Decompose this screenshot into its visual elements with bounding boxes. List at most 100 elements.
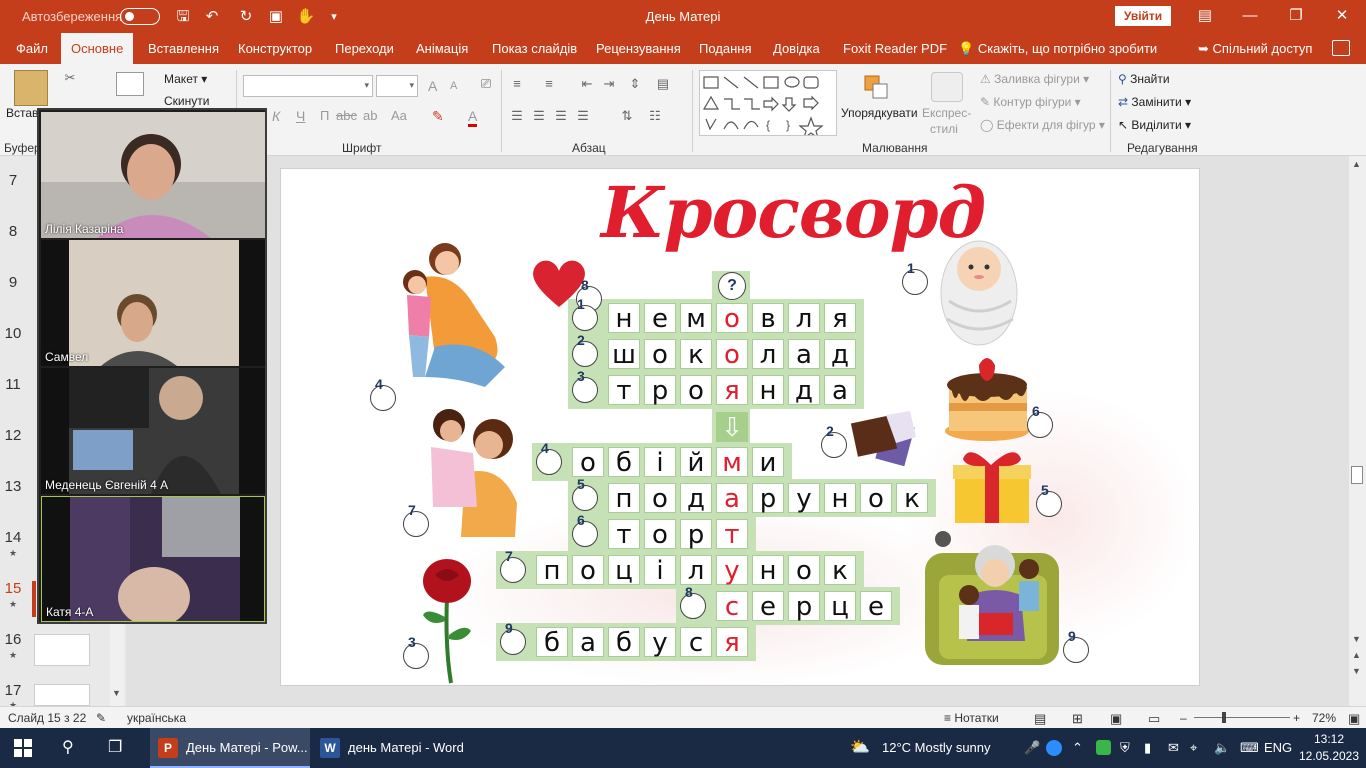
crossword-cell[interactable]: т	[608, 519, 640, 550]
restore-icon[interactable]: ❐	[1281, 5, 1311, 27]
slide-sorter-icon[interactable]: ⊞	[1072, 711, 1083, 727]
grandmother-reading-image[interactable]	[921, 523, 1067, 673]
crossword-cell[interactable]: о	[788, 555, 820, 586]
crossword-row-number[interactable]: 3	[572, 368, 598, 403]
participant-video-tile[interactable]: Катя 4-А	[41, 496, 265, 622]
crossword-cell[interactable]: н	[824, 483, 856, 514]
crossword-key-cell[interactable]: о	[716, 339, 748, 370]
quick-styles-label-1[interactable]: Експрес-	[922, 106, 971, 120]
clock[interactable]: 13:12 12.05.2023	[1296, 731, 1362, 765]
security-icon[interactable]: ⛨	[1120, 728, 1130, 768]
crossword-cell[interactable]: и	[752, 447, 784, 478]
reset-button[interactable]: Скинути	[164, 94, 209, 108]
picture-marker[interactable]: 1	[902, 260, 928, 295]
grow-font-button[interactable]: A	[428, 78, 437, 94]
crossword-cell[interactable]: і	[644, 447, 676, 478]
crossword-cell[interactable]: с	[680, 627, 712, 658]
increase-indent-icon[interactable]: ⇥	[600, 76, 618, 92]
minimize-icon[interactable]: —	[1235, 5, 1265, 27]
quick-styles-label-2[interactable]: стилі	[930, 122, 958, 136]
crossword-key-cell[interactable]: м	[716, 447, 748, 478]
slide-number[interactable]: 12	[0, 427, 26, 444]
crossword-cell[interactable]: б	[536, 627, 568, 658]
notifications-icon[interactable]: ✉	[1168, 728, 1179, 768]
microphone-icon[interactable]: 🎤	[1024, 728, 1040, 768]
notes-button[interactable]: ≡ Нотатки	[944, 711, 999, 725]
crossword-key-cell[interactable]: у	[716, 555, 748, 586]
numbering-icon[interactable]: ≡	[540, 76, 558, 91]
picture-marker[interactable]: 6	[1027, 403, 1053, 438]
crossword-cell[interactable]: ц	[824, 591, 856, 622]
crossword-cell[interactable]: о	[860, 483, 892, 514]
zoom-level[interactable]: 72%	[1312, 711, 1336, 725]
shape-outline-button[interactable]: ✎ Контур фігури ▾	[980, 95, 1081, 109]
font-size-combo[interactable]: ▾	[376, 75, 418, 97]
crossword-cell[interactable]: т	[608, 375, 640, 406]
crossword-cell[interactable]: п	[536, 555, 568, 586]
slide-number[interactable]: 10	[0, 325, 26, 342]
crossword-row-number[interactable]: 7	[500, 548, 526, 583]
crossword-cell[interactable]: о	[572, 447, 604, 478]
paste-icon[interactable]	[14, 70, 48, 106]
tab-file[interactable]: Файл	[8, 33, 56, 64]
slide-number[interactable]: 17	[0, 682, 26, 699]
crossword-cell[interactable]: р	[752, 483, 784, 514]
crossword-cell[interactable]: р	[788, 591, 820, 622]
shapes-gallery[interactable]: {}	[699, 70, 837, 140]
picture-marker[interactable]: 2	[821, 423, 847, 458]
gift-image[interactable]	[949, 449, 1035, 525]
mother-child-hug-image[interactable]	[385, 237, 517, 397]
underline-button[interactable]: Ч	[296, 108, 305, 124]
crossword-cell[interactable]: р	[680, 519, 712, 550]
paste-label[interactable]: Встав	[6, 106, 38, 120]
slide-number-current[interactable]: 15	[0, 580, 26, 597]
arrange-button[interactable]: Упорядкувати	[841, 106, 918, 120]
shrink-font-button[interactable]: A	[450, 80, 457, 92]
tab-review[interactable]: Рецензування	[588, 33, 689, 64]
crossword-row-number[interactable]: 1	[572, 296, 598, 331]
crossword-cell[interactable]: к	[896, 483, 928, 514]
crossword-cell[interactable]: в	[752, 303, 784, 334]
slide-number[interactable]: 14	[0, 529, 26, 546]
crossword-cell[interactable]: н	[608, 303, 640, 334]
question-mark-marker[interactable]: ?	[718, 272, 746, 300]
search-icon[interactable]: ⚲	[62, 728, 74, 768]
autosave-toggle[interactable]	[120, 8, 160, 25]
decrease-indent-icon[interactable]: ⇤	[578, 76, 596, 92]
crossword-cell[interactable]: ш	[608, 339, 640, 370]
chocolate-image[interactable]	[846, 409, 918, 469]
tab-transitions[interactable]: Переходи	[327, 33, 402, 64]
crossword-key-cell[interactable]: я	[716, 627, 748, 658]
crossword-cell[interactable]: м	[680, 303, 712, 334]
vertical-scrollbar[interactable]: ▲ ▼ ▲ ▼	[1349, 156, 1366, 706]
share-button[interactable]: ➥ Спільний доступ	[1198, 33, 1312, 64]
crossword-cell[interactable]: н	[752, 555, 784, 586]
zoom-out-icon[interactable]: –	[1180, 711, 1187, 725]
participant-video-tile[interactable]: Меденець Євгеній 4 А	[41, 368, 265, 494]
layout-button[interactable]: Макет ▾	[164, 72, 207, 86]
tab-foxit[interactable]: Foxit Reader PDF	[835, 33, 955, 64]
crossword-cell[interactable]: к	[824, 555, 856, 586]
slide-number[interactable]: 13	[0, 478, 26, 495]
cut-icon[interactable]: ✂	[62, 70, 78, 86]
crossword-cell[interactable]: у	[644, 627, 676, 658]
text-direction-icon[interactable]: ⇅	[618, 108, 636, 124]
tab-slideshow[interactable]: Показ слайдів	[484, 33, 585, 64]
highlight-icon[interactable]: ✎	[432, 108, 444, 125]
next-slide-icon[interactable]: ▼	[1352, 666, 1361, 676]
crossword-cell[interactable]: б	[608, 447, 640, 478]
picture-marker[interactable]: 9	[1063, 628, 1089, 663]
baby-image[interactable]	[939, 231, 1021, 347]
app-tray-icon[interactable]	[1096, 728, 1112, 768]
reading-view-icon[interactable]: ▣	[1110, 711, 1122, 727]
crossword-cell[interactable]: е	[644, 303, 676, 334]
crossword-cell[interactable]: а	[824, 375, 856, 406]
quick-styles-icon[interactable]	[931, 72, 963, 102]
crossword-cell[interactable]: і	[644, 555, 676, 586]
save-icon[interactable]: 🖫	[173, 7, 193, 27]
crossword-row-number[interactable]: 4	[536, 440, 562, 475]
arrange-icon[interactable]	[863, 74, 891, 102]
bullets-icon[interactable]: ≡	[508, 76, 526, 91]
crossword-row-number[interactable]: 2	[572, 332, 598, 367]
comments-icon[interactable]	[1332, 40, 1350, 56]
